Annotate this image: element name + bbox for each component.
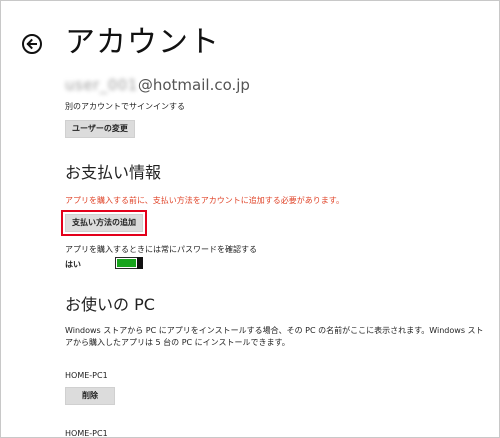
email-domain: @hotmail.co.jp <box>137 76 250 94</box>
toggle-thumb[interactable] <box>137 257 143 269</box>
back-arrow-glyph <box>26 38 37 50</box>
pc-name: HOME-PC1 <box>65 371 108 380</box>
toggle-fill <box>117 259 136 267</box>
add-payment-method-button[interactable]: 支払い方法の追加 <box>61 210 147 236</box>
app-window: アカウント user_001@hotmail.co.jp 別のアカウントでサイン… <box>0 0 500 438</box>
password-confirm-toggle[interactable] <box>115 257 143 269</box>
pcs-description: Windows ストアから PC にアプリをインストールする場合、その PC の… <box>65 326 484 347</box>
remove-pc-button[interactable]: 削除 <box>65 387 115 405</box>
change-user-button[interactable]: ユーザーの変更 <box>65 120 135 138</box>
payment-warning-text: アプリを購入する前に、支払い方法をアカウントに追加する必要があります。 <box>65 196 344 205</box>
password-toggle-state: はい <box>65 260 81 269</box>
email-username-masked: user_001 <box>65 76 138 94</box>
signin-other-text: 別のアカウントでサインインする <box>65 102 185 111</box>
payment-section-title: お支払い情報 <box>65 163 162 182</box>
pc-name: HOME-PC1 <box>65 429 108 438</box>
account-email: user_001@hotmail.co.jp <box>65 75 250 95</box>
pcs-section-title: お使いの PC <box>65 295 155 314</box>
password-confirm-text: アプリを購入するときには常にパスワードを確認する <box>65 245 257 254</box>
page-title: アカウント <box>65 25 220 60</box>
back-arrow-icon[interactable] <box>22 34 42 54</box>
